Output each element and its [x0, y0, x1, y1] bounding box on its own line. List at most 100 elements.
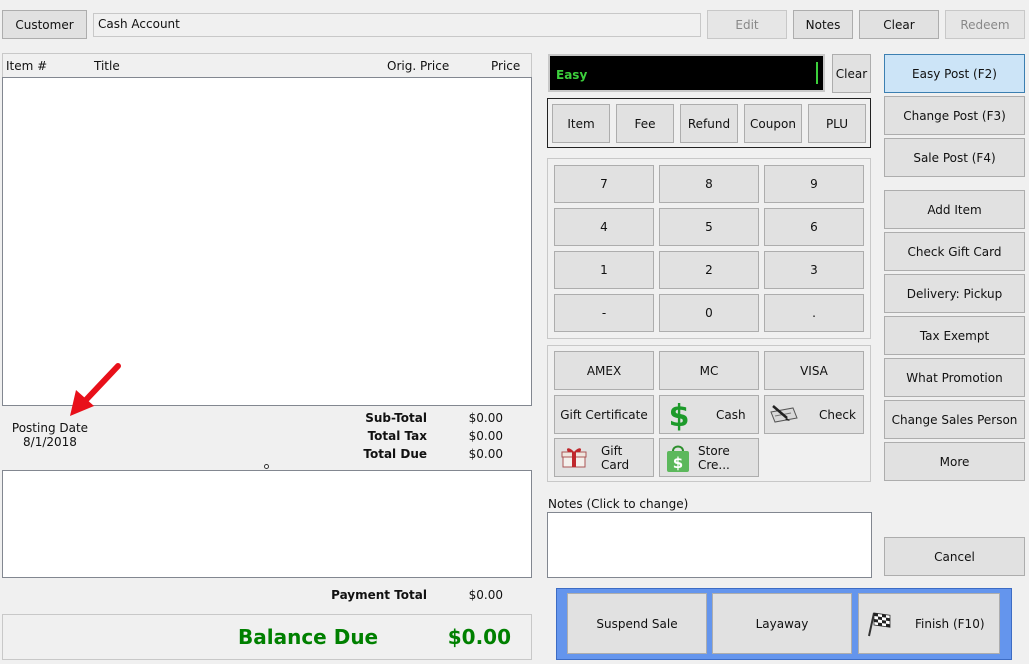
tax-exempt-button[interactable]: Tax Exempt: [884, 316, 1025, 355]
customer-account-value: Cash Account: [98, 17, 180, 31]
subtotal-value: $0.00: [468, 411, 503, 425]
total-due-label: Total Due: [363, 447, 427, 461]
key-decimal[interactable]: .: [764, 294, 864, 332]
delivery-button[interactable]: Delivery: Pickup: [884, 274, 1025, 313]
layaway-label: Layaway: [755, 616, 809, 631]
redeem-button-label: Redeem: [960, 17, 1010, 32]
check-gift-card-button[interactable]: Check Gift Card: [884, 232, 1025, 271]
amex-label: AMEX: [586, 363, 622, 378]
store-credit-label: Store Cre...: [698, 443, 730, 472]
svg-text:$: $: [669, 399, 690, 431]
type-fee-label: Fee: [634, 116, 656, 131]
dollar-icon: $: [666, 399, 692, 431]
clear-button[interactable]: Clear: [859, 10, 939, 39]
items-list[interactable]: [2, 77, 532, 406]
subtotal-label: Sub-Total: [365, 411, 427, 425]
type-fee-button[interactable]: Fee: [616, 104, 674, 143]
balance-due-label: Balance Due: [238, 625, 379, 649]
key-6[interactable]: 6: [764, 208, 864, 246]
payments-list[interactable]: [2, 470, 532, 578]
finish-button[interactable]: Finish (F10): [858, 593, 1000, 654]
entry-display[interactable]: Easy: [548, 54, 825, 92]
notes-box[interactable]: [547, 512, 872, 578]
posting-date: Posting Date 8/1/2018: [10, 421, 90, 449]
key-2[interactable]: 2: [659, 251, 759, 289]
gift-certificate-label: Gift Certificate: [560, 407, 648, 422]
payment-total-value: $0.00: [468, 588, 503, 602]
key-5[interactable]: 5: [659, 208, 759, 246]
finish-label: Finish (F10): [915, 616, 985, 631]
entry-clear-button[interactable]: Clear: [832, 54, 871, 93]
check-gift-card-label: Check Gift Card: [907, 244, 1002, 259]
cancel-button[interactable]: Cancel: [884, 537, 1025, 576]
type-refund-label: Refund: [687, 116, 731, 131]
change-post-button[interactable]: Change Post (F3): [884, 96, 1025, 135]
key-0-label: 0: [705, 306, 713, 320]
type-coupon-button[interactable]: Coupon: [744, 104, 802, 143]
gift-card-label: Gift Card: [601, 443, 630, 472]
column-title: Title: [94, 59, 120, 73]
key-7-label: 7: [600, 177, 608, 191]
easy-post-label: Easy Post (F2): [912, 66, 997, 81]
more-button[interactable]: More: [884, 442, 1025, 481]
entry-cursor: [816, 62, 818, 84]
splitter-handle[interactable]: [264, 464, 269, 469]
change-sales-person-label: Change Sales Person: [891, 412, 1018, 427]
type-refund-button[interactable]: Refund: [680, 104, 738, 143]
key-minus-label: -: [601, 306, 607, 320]
key-4-label: 4: [600, 220, 608, 234]
type-item-label: Item: [567, 116, 595, 131]
suspend-sale-label: Suspend Sale: [596, 616, 678, 631]
notes-label: Notes (Click to change): [548, 497, 689, 511]
key-9[interactable]: 9: [764, 165, 864, 203]
delivery-label: Delivery: Pickup: [906, 286, 1003, 301]
add-item-button[interactable]: Add Item: [884, 190, 1025, 229]
visa-label: VISA: [800, 363, 828, 378]
customer-button[interactable]: Customer: [2, 10, 87, 39]
visa-button[interactable]: VISA: [764, 351, 864, 390]
column-orig-price: Orig. Price: [387, 59, 450, 73]
mc-button[interactable]: MC: [659, 351, 759, 390]
customer-button-label: Customer: [15, 17, 74, 32]
what-promotion-label: What Promotion: [906, 370, 1003, 385]
key-3[interactable]: 3: [764, 251, 864, 289]
posting-date-label: Posting Date: [11, 421, 89, 435]
key-minus[interactable]: -: [554, 294, 654, 332]
cash-label: Cash: [716, 407, 746, 422]
type-item-button[interactable]: Item: [552, 104, 610, 143]
add-item-label: Add Item: [927, 202, 982, 217]
change-sales-person-button[interactable]: Change Sales Person: [884, 400, 1025, 439]
store-credit-button[interactable]: $ Store Cre...: [659, 438, 759, 477]
type-plu-button[interactable]: PLU: [808, 104, 866, 143]
notes-button[interactable]: Notes: [793, 10, 853, 39]
posting-date-value: 8/1/2018: [23, 435, 77, 449]
edit-button[interactable]: Edit: [707, 10, 787, 39]
what-promotion-button[interactable]: What Promotion: [884, 358, 1025, 397]
total-tax-label: Total Tax: [367, 429, 427, 443]
sale-post-button[interactable]: Sale Post (F4): [884, 138, 1025, 177]
gift-certificate-button[interactable]: Gift Certificate: [554, 395, 654, 434]
layaway-button[interactable]: Layaway: [712, 593, 852, 654]
key-8-label: 8: [705, 177, 713, 191]
cash-button[interactable]: $ Cash: [659, 395, 759, 434]
easy-post-button[interactable]: Easy Post (F2): [884, 54, 1025, 93]
notes-button-label: Notes: [805, 17, 841, 32]
redeem-button[interactable]: Redeem: [945, 10, 1025, 39]
key-8[interactable]: 8: [659, 165, 759, 203]
customer-account-field[interactable]: Cash Account: [93, 13, 701, 37]
entry-mode-text: Easy: [556, 68, 588, 82]
check-button[interactable]: Check: [764, 395, 864, 434]
balance-due-value: $0.00: [447, 625, 511, 649]
amex-button[interactable]: AMEX: [554, 351, 654, 390]
key-0[interactable]: 0: [659, 294, 759, 332]
gift-card-button[interactable]: Gift Card: [554, 438, 654, 477]
mc-label: MC: [699, 363, 719, 378]
key-1[interactable]: 1: [554, 251, 654, 289]
key-4[interactable]: 4: [554, 208, 654, 246]
check-label: Check: [819, 407, 856, 422]
suspend-sale-button[interactable]: Suspend Sale: [567, 593, 707, 654]
key-7[interactable]: 7: [554, 165, 654, 203]
key-1-label: 1: [600, 263, 608, 277]
more-label: More: [939, 454, 970, 469]
key-9-label: 9: [810, 177, 818, 191]
